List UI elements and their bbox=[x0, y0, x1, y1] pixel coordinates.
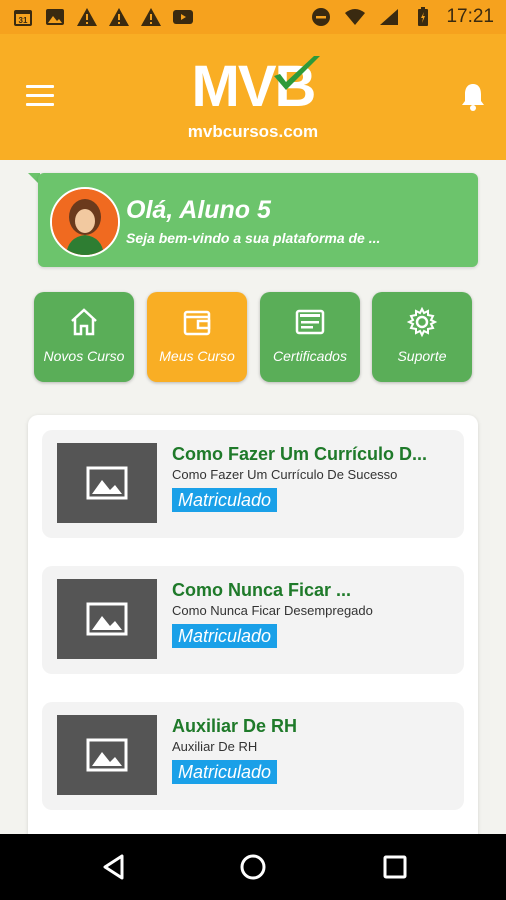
warning-icon bbox=[76, 6, 98, 28]
my-courses-button[interactable]: Meus Curso bbox=[147, 292, 247, 382]
warning-icon bbox=[140, 6, 162, 28]
gear-icon bbox=[406, 306, 438, 338]
certificates-button[interactable]: Certificados bbox=[260, 292, 360, 382]
logo-check-icon bbox=[274, 56, 320, 90]
wifi-icon bbox=[344, 6, 366, 28]
image-icon bbox=[44, 6, 66, 28]
battery-icon bbox=[412, 6, 434, 28]
course-card[interactable]: Auxiliar De RH Auxiliar De RH Matriculad… bbox=[42, 702, 464, 810]
calendar-day: 31 bbox=[19, 16, 28, 25]
do-not-disturb-icon bbox=[310, 6, 332, 28]
course-subtitle: Como Nunca Ficar Desempregado bbox=[172, 603, 373, 618]
course-title: Auxiliar De RH bbox=[172, 716, 298, 736]
brand-logo: MVB mvbcursos.com bbox=[178, 52, 328, 142]
status-bar: 31 17:21 bbox=[0, 0, 506, 34]
enrolled-badge: Matriculado bbox=[172, 760, 278, 784]
image-placeholder-icon bbox=[86, 602, 128, 636]
clock: 17:21 bbox=[446, 6, 494, 27]
app-header: MVB mvbcursos.com bbox=[0, 34, 506, 160]
home-nav-icon[interactable] bbox=[238, 852, 268, 882]
menu-button[interactable] bbox=[26, 85, 54, 109]
course-title: Como Nunca Ficar ... bbox=[172, 580, 352, 600]
course-card[interactable]: Como Fazer Um Currículo D... Como Fazer … bbox=[42, 430, 464, 538]
support-button[interactable]: Suporte bbox=[372, 292, 472, 382]
youtube-icon bbox=[172, 6, 194, 28]
home-icon bbox=[71, 308, 97, 336]
notifications-bell-icon[interactable] bbox=[460, 82, 486, 112]
logo-subtitle: mvbcursos.com bbox=[187, 122, 319, 141]
course-subtitle: Auxiliar De RH bbox=[172, 739, 258, 754]
back-icon[interactable] bbox=[100, 852, 130, 882]
calendar-icon: 31 bbox=[12, 6, 34, 28]
course-subtitle: Como Fazer Um Currículo De Sucesso bbox=[172, 467, 398, 482]
greeting-title: Olá, Aluno 5 bbox=[126, 196, 271, 224]
certificates-label: Certificados bbox=[273, 348, 347, 364]
my-courses-label: Meus Curso bbox=[159, 348, 235, 364]
course-thumbnail bbox=[57, 579, 157, 659]
course-card[interactable]: Como Nunca Ficar ... Como Nunca Ficar De… bbox=[42, 566, 464, 674]
certificate-icon bbox=[295, 309, 325, 335]
course-thumbnail bbox=[57, 443, 157, 523]
wallet-icon bbox=[183, 310, 211, 336]
avatar bbox=[50, 187, 120, 257]
image-placeholder-icon bbox=[86, 738, 128, 772]
system-navigation-bar bbox=[0, 834, 506, 900]
image-placeholder-icon bbox=[86, 466, 128, 500]
signal-icon bbox=[378, 6, 400, 28]
course-title: Como Fazer Um Currículo D... bbox=[172, 444, 428, 464]
recents-icon[interactable] bbox=[380, 852, 410, 882]
warning-icon bbox=[108, 6, 130, 28]
new-courses-label: Novos Curso bbox=[43, 348, 125, 364]
greeting-subtitle: Seja bem-vindo a sua plataforma de ... bbox=[126, 230, 381, 246]
enrolled-badge: Matriculado bbox=[172, 624, 278, 648]
support-label: Suporte bbox=[397, 348, 447, 364]
enrolled-badge: Matriculado bbox=[172, 488, 278, 512]
new-courses-button[interactable]: Novos Curso bbox=[34, 292, 134, 382]
course-thumbnail bbox=[57, 715, 157, 795]
